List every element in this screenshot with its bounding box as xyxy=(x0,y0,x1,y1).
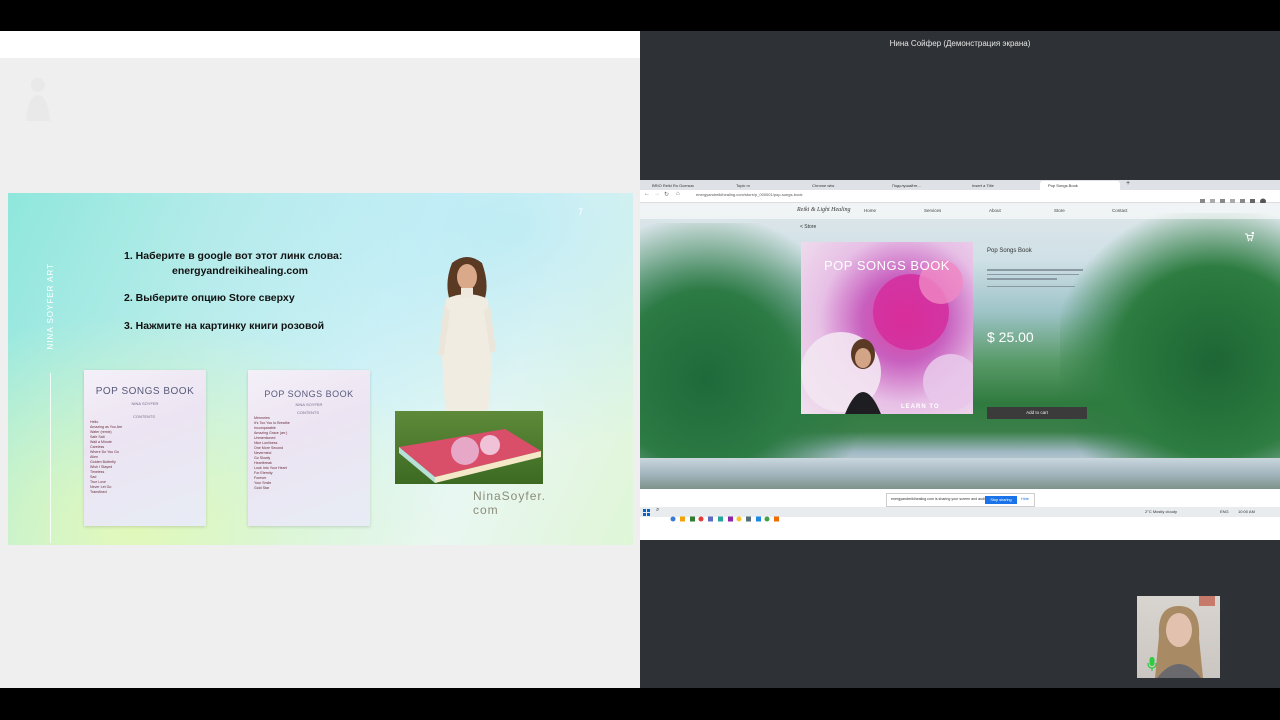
book-author: NINA SOYFER xyxy=(131,401,159,406)
taskbar-apps xyxy=(670,509,820,522)
book-title: POP SONGS BOOK xyxy=(264,389,354,399)
home-icon[interactable]: ⌂ xyxy=(676,191,680,197)
browser-tab[interactable]: Topic m xyxy=(728,181,798,190)
back-to-store-link[interactable]: < Store xyxy=(800,224,816,230)
nav-store[interactable]: Store xyxy=(1054,208,1065,213)
nav-services[interactable]: Services xyxy=(924,208,941,213)
list-item: Gold Star xyxy=(254,486,270,490)
slide: NINA SOYFER ART 7 1. Наберите в google в… xyxy=(8,193,633,545)
search-icon[interactable]: ⌕ xyxy=(656,507,659,514)
book-cover-2: POP SONGS BOOK NINA SOYFER CONTENTS Memo… xyxy=(248,370,370,526)
app-icons[interactable] xyxy=(670,516,820,522)
list-item: Transfixed xyxy=(90,490,107,494)
reload-icon[interactable]: ↻ xyxy=(664,191,669,198)
product-image-caption: LEARN TO xyxy=(901,404,940,410)
product-image-title: POP SONGS BOOK xyxy=(824,258,950,273)
screen-share-label: Нина Сойфер (Демонстрация экрана) xyxy=(889,39,1031,48)
windows-start-icon[interactable] xyxy=(643,509,650,516)
slide-corner-mark: 7 xyxy=(578,207,584,217)
book-contents-header: CONTENTS xyxy=(297,410,319,415)
browser-tabbar: BRIO Reiki Ru Осенью Topic m Chrome wtw … xyxy=(640,180,1280,190)
slide-divider-line xyxy=(50,373,51,543)
book-song-list: Memories It's Too You to Breathe Incompa… xyxy=(254,416,344,491)
browser-window: BRIO Reiki Ru Осенью Topic m Chrome wtw … xyxy=(640,180,1280,540)
browser-tab[interactable]: Chrome wtw xyxy=(804,181,874,190)
address-bar: ← → ↻ ⌂ energyandreikihealing.com/store/… xyxy=(640,190,1280,205)
signature-url: NinaSoyfer. com xyxy=(473,489,547,517)
cart-icon[interactable] xyxy=(1244,229,1255,242)
product-title: Pop Songs Book xyxy=(987,248,1032,254)
language-indicator[interactable]: ENG xyxy=(1220,509,1229,514)
participant-video[interactable] xyxy=(1137,596,1220,678)
url-input[interactable]: energyandreikihealing.com/store/p_000001… xyxy=(696,192,803,197)
person-logo-icon xyxy=(26,78,50,121)
river-background xyxy=(640,458,1280,489)
nav-home[interactable]: Home xyxy=(864,208,876,213)
instruction-url: energyandreikihealing.com xyxy=(172,265,308,277)
woman-photo xyxy=(438,257,496,413)
share-notice-bar: energyandreikihealing.com is sharing you… xyxy=(886,493,1035,507)
screen-share-panel: Нина Сойфер (Демонстрация экрана) BRIO R… xyxy=(640,31,1280,688)
share-notice-text: energyandreikihealing.com is sharing you… xyxy=(891,497,988,501)
site-nav: Reiki & Light Healing Home Services Abou… xyxy=(640,203,1280,219)
watermark-logo xyxy=(20,71,240,131)
nav-contact[interactable]: Contact xyxy=(1112,208,1128,213)
book-title: POP SONGS BOOK xyxy=(95,386,195,397)
microphone-active-icon[interactable] xyxy=(1147,656,1157,672)
stop-sharing-button[interactable]: Stop sharing xyxy=(985,496,1017,504)
store-page: Reiki & Light Healing Home Services Abou… xyxy=(640,203,1280,489)
instruction-step-2: 2. Выберите опцию Store сверху xyxy=(124,292,295,304)
book-song-list: Hello Amazing as You Are Water (remix) S… xyxy=(90,420,170,495)
slide-topbar xyxy=(0,31,640,58)
vertical-artist-label: NINA SOYFER ART xyxy=(46,263,55,350)
browser-tab-active[interactable]: Pop Songs Book xyxy=(1040,181,1120,190)
book-author: NINA SOYFER xyxy=(295,402,323,407)
back-arrow-icon[interactable]: ← xyxy=(644,191,650,197)
new-tab-icon[interactable]: + xyxy=(1126,180,1130,187)
browser-tab[interactable]: BRIO Reiki Ru Осенью xyxy=(644,181,724,190)
forward-arrow-icon[interactable]: → xyxy=(654,191,660,197)
instruction-step-3: 3. Нажмите на картинку книги розовой xyxy=(124,320,325,332)
product-image[interactable]: POP SONGS BOOK LEARN TO xyxy=(801,242,973,414)
book-cover-1: POP SONGS BOOK NINA SOYFER CONTENTS Hell… xyxy=(84,370,206,526)
windows-taskbar: ⌕ 2°C Mostly cloudy ENG 10:00 AM xyxy=(640,507,1280,522)
nav-about[interactable]: About xyxy=(989,208,1001,213)
book-photo xyxy=(395,411,543,484)
product-description xyxy=(987,269,1087,291)
book-contents-header: CONTENTS xyxy=(133,414,155,419)
browser-tab[interactable]: Insert a Title xyxy=(964,181,1034,190)
instruction-step-1: 1. Наберите в google вот этот линк слова… xyxy=(124,250,343,262)
weather-widget[interactable]: 2°C Mostly cloudy xyxy=(1145,509,1177,514)
hide-button[interactable]: Hide xyxy=(1021,497,1029,501)
browser-tab[interactable]: Подслушайте... xyxy=(884,181,960,190)
browser-toolbar-icons xyxy=(1200,192,1270,205)
site-logo[interactable]: Reiki & Light Healing xyxy=(797,207,851,213)
clock[interactable]: 10:00 AM xyxy=(1238,509,1255,514)
add-to-cart-button[interactable]: Add to cart xyxy=(987,407,1087,419)
book-photo-image xyxy=(399,429,541,483)
shared-slide-panel: NINA SOYFER ART 7 1. Наберите в google в… xyxy=(0,31,640,688)
product-price: $ 25.00 xyxy=(987,329,1034,345)
